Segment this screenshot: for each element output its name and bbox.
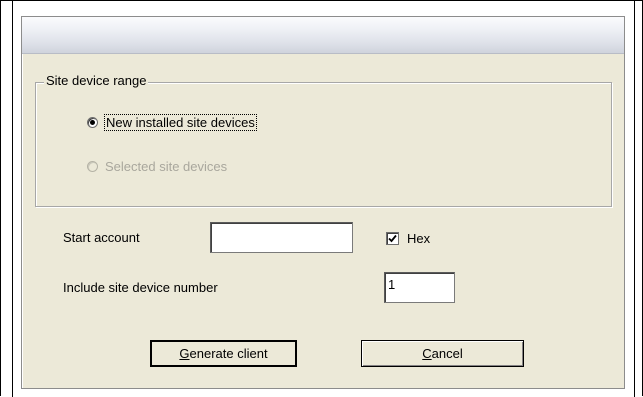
dialog-title-bar[interactable]: [22, 17, 624, 54]
checkmark-icon: [388, 234, 397, 243]
radio-row-selected-site-devices: Selected site devices: [87, 159, 227, 174]
site-device-range-group: [35, 82, 612, 207]
generate-mnemonic: G: [179, 346, 190, 361]
radio-label-new-installed[interactable]: New installed site devices: [104, 114, 257, 131]
cancel-label: ancel: [431, 346, 463, 361]
generate-client-button[interactable]: Generate client: [150, 340, 297, 367]
cancel-button[interactable]: Cancel: [361, 340, 524, 367]
site-device-number-input[interactable]: 1: [384, 272, 455, 303]
hex-label: Hex: [407, 231, 431, 246]
hex-checkbox-row[interactable]: Hex: [386, 231, 430, 246]
start-account-label: Start account: [63, 230, 140, 245]
cancel-mnemonic: C: [422, 346, 432, 361]
radio-selected-site-devices: [87, 161, 98, 172]
radio-label-selected-site-devices: Selected site devices: [105, 159, 228, 174]
hex-checkbox[interactable]: [386, 232, 399, 245]
frame-divider-left: [12, 1, 13, 397]
generate-label: enerate client: [189, 346, 268, 361]
frame-divider-right: [634, 1, 635, 397]
radio-row-new-installed[interactable]: New installed site devices: [87, 114, 257, 131]
start-account-input[interactable]: [210, 222, 353, 253]
radio-new-installed-site-devices[interactable]: [87, 117, 98, 128]
include-site-device-number-label: Include site device number: [63, 280, 218, 295]
site-device-range-label: Site device range: [44, 73, 149, 88]
